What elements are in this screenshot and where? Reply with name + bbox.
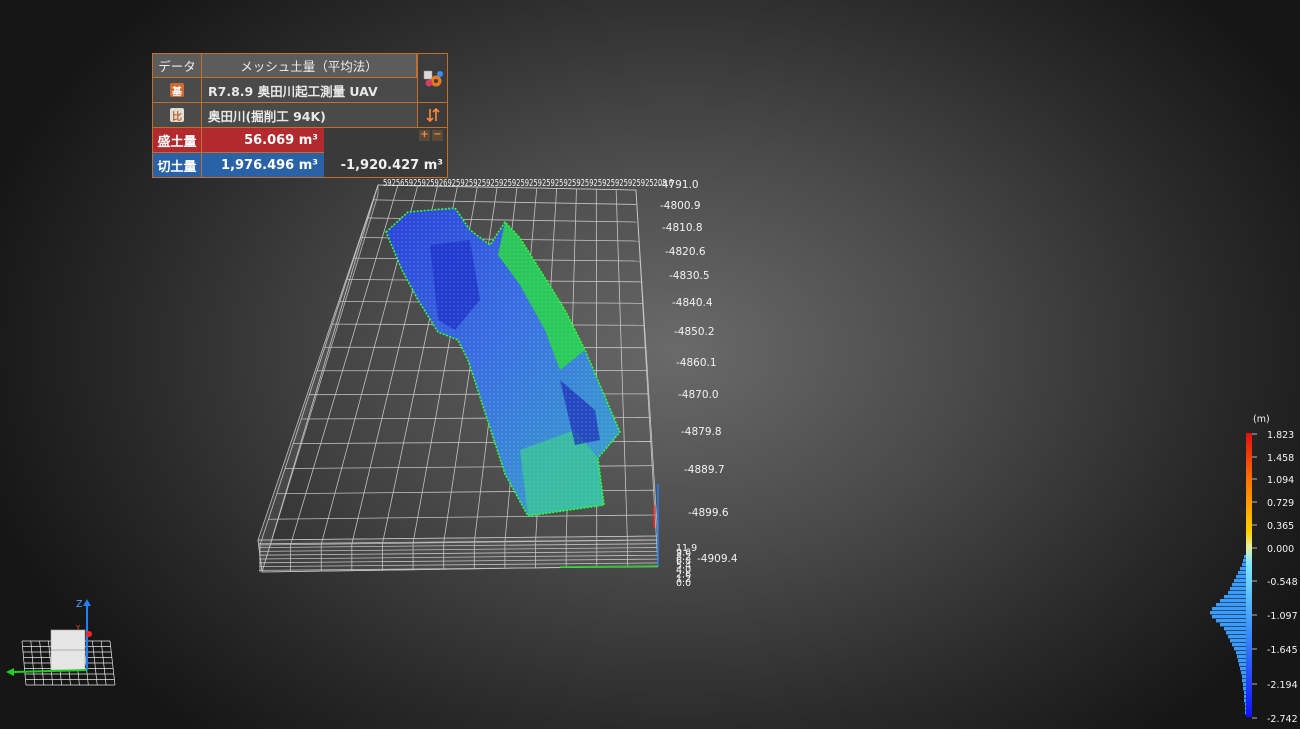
legend-tick-label: 1.458 [1267, 453, 1294, 464]
right-axis-label: -4810.8 [662, 222, 703, 234]
legend-tick-label: -2.742 [1267, 714, 1298, 725]
histogram-bar [1239, 663, 1246, 667]
zoom-out-button[interactable]: − [432, 130, 443, 141]
histogram-bar [1240, 567, 1246, 571]
right-axis-label: -4860.1 [676, 357, 717, 369]
histogram-bar [1244, 691, 1246, 695]
legend-unit: (m) [1253, 414, 1270, 425]
histogram-bar [1230, 639, 1246, 643]
legend-tick-label: -0.548 [1267, 577, 1298, 588]
legend-colorbar [1246, 433, 1252, 717]
histogram-bar [1238, 659, 1246, 663]
right-axis-label: -4870.0 [678, 389, 719, 401]
histogram-bar [1228, 591, 1246, 595]
base-badge-cell[interactable]: 基 [153, 78, 202, 103]
legend-tick-label: 0.000 [1267, 544, 1294, 555]
histogram-bar [1238, 571, 1246, 575]
data-header: データ [153, 54, 202, 78]
histogram-bar [1242, 675, 1246, 679]
top-axis-labels: 5925659259259269259259259259259259259259… [383, 178, 673, 189]
histogram-bar [1224, 595, 1246, 599]
fill-value: 56.069 m³ [202, 128, 324, 153]
volume-panel: データ メッシュ土量（平均法） 基 R7.8.9 奥田川起工測量 UAV 比 奥… [152, 53, 448, 178]
histogram-bar [1244, 555, 1246, 559]
z-axis-labels: 11.99.68.26.85.44.02.61.20.0 [676, 543, 697, 589]
right-axis-label: -4791.0 [658, 179, 699, 191]
compare-surface-name[interactable]: 奥田川(掘削工 94K) [202, 103, 417, 128]
legend-tick-label: 0.365 [1267, 521, 1294, 532]
histogram-bar [1242, 563, 1246, 567]
right-axis-label: -4909.4 [697, 553, 738, 565]
histogram-bar [1245, 711, 1246, 715]
legend-tick-label: 1.094 [1267, 475, 1294, 486]
net-volume-value: -1,920.427 m³ [340, 157, 443, 173]
histogram-bar [1244, 695, 1246, 699]
swap-icon [425, 107, 440, 123]
legend-histogram [1210, 555, 1246, 715]
histogram-bar [1228, 635, 1246, 639]
histogram-bar [1236, 651, 1246, 655]
histogram-bar [1232, 583, 1246, 587]
histogram-bar [1243, 687, 1246, 691]
compare-badge: 比 [170, 108, 184, 123]
y-axis-letter: Y [75, 624, 81, 632]
legend-tick-label: -1.097 [1267, 611, 1298, 622]
histogram-bar [1245, 703, 1246, 707]
histogram-bar [1242, 679, 1246, 683]
z-axis-label: 0.0 [676, 578, 691, 589]
histogram-bar [1243, 683, 1246, 687]
histogram-bar [1244, 699, 1246, 703]
legend-tick-label: 1.823 [1267, 430, 1294, 441]
right-axis-label: -4889.7 [684, 464, 725, 476]
z-axis-letter: Z [76, 599, 83, 610]
fill-label: 盛土量 [153, 128, 202, 153]
orientation-triad[interactable]: Z Y [6, 599, 116, 686]
histogram-bar [1216, 619, 1246, 623]
right-axis-label: -4820.6 [665, 246, 706, 258]
zoom-in-button[interactable]: + [419, 130, 430, 141]
right-axis-label: -4899.6 [688, 507, 729, 519]
histogram-bar [1234, 579, 1246, 583]
histogram-bar [1241, 671, 1246, 675]
cut-value: 1,976.496 m³ [202, 153, 324, 177]
color-legend: (m) 1.823 1.458 1.094 0.729 0.365 0.000 -0.548… [1210, 414, 1298, 725]
histogram-bar [1236, 575, 1246, 579]
base-surface-name[interactable]: R7.8.9 奥田川起工測量 UAV [202, 78, 417, 103]
right-axis-label: -4800.9 [660, 200, 701, 212]
histogram-bar [1212, 615, 1246, 619]
histogram-bar [1224, 627, 1246, 631]
right-axis-label: -4840.4 [672, 297, 713, 309]
settings-button[interactable] [417, 54, 447, 103]
histogram-bar [1232, 643, 1246, 647]
histogram-bar [1237, 655, 1246, 659]
cut-label: 切土量 [153, 153, 202, 177]
base-badge: 基 [170, 83, 184, 98]
histogram-bar [1230, 587, 1246, 591]
histogram-bar [1210, 611, 1246, 615]
legend-tick-label: 0.729 [1267, 498, 1294, 509]
legend-tick-label: -2.194 [1267, 680, 1298, 691]
gears-icon [423, 70, 443, 87]
histogram-bar [1240, 667, 1246, 671]
panel-title: メッシュ土量（平均法） [202, 54, 417, 78]
histogram-bar [1226, 631, 1246, 635]
right-axis-label: -4850.2 [674, 326, 715, 338]
histogram-bar [1234, 647, 1246, 651]
histogram-bar [1212, 607, 1246, 611]
right-axis-label: -4879.8 [681, 426, 722, 438]
histogram-bar [1220, 599, 1246, 603]
right-axis-labels: -4791.0 -4800.9 -4810.8 -4820.6 -4830.5 -4840… [658, 179, 738, 565]
right-axis-label: -4830.5 [669, 270, 710, 282]
histogram-bar [1220, 623, 1246, 627]
histogram-bar [1216, 603, 1246, 607]
compare-badge-cell[interactable]: 比 [153, 103, 202, 128]
swap-button[interactable] [417, 103, 447, 128]
histogram-bar [1243, 559, 1246, 563]
histogram-bar [1245, 707, 1246, 711]
legend-tick-label: -1.645 [1267, 645, 1298, 656]
